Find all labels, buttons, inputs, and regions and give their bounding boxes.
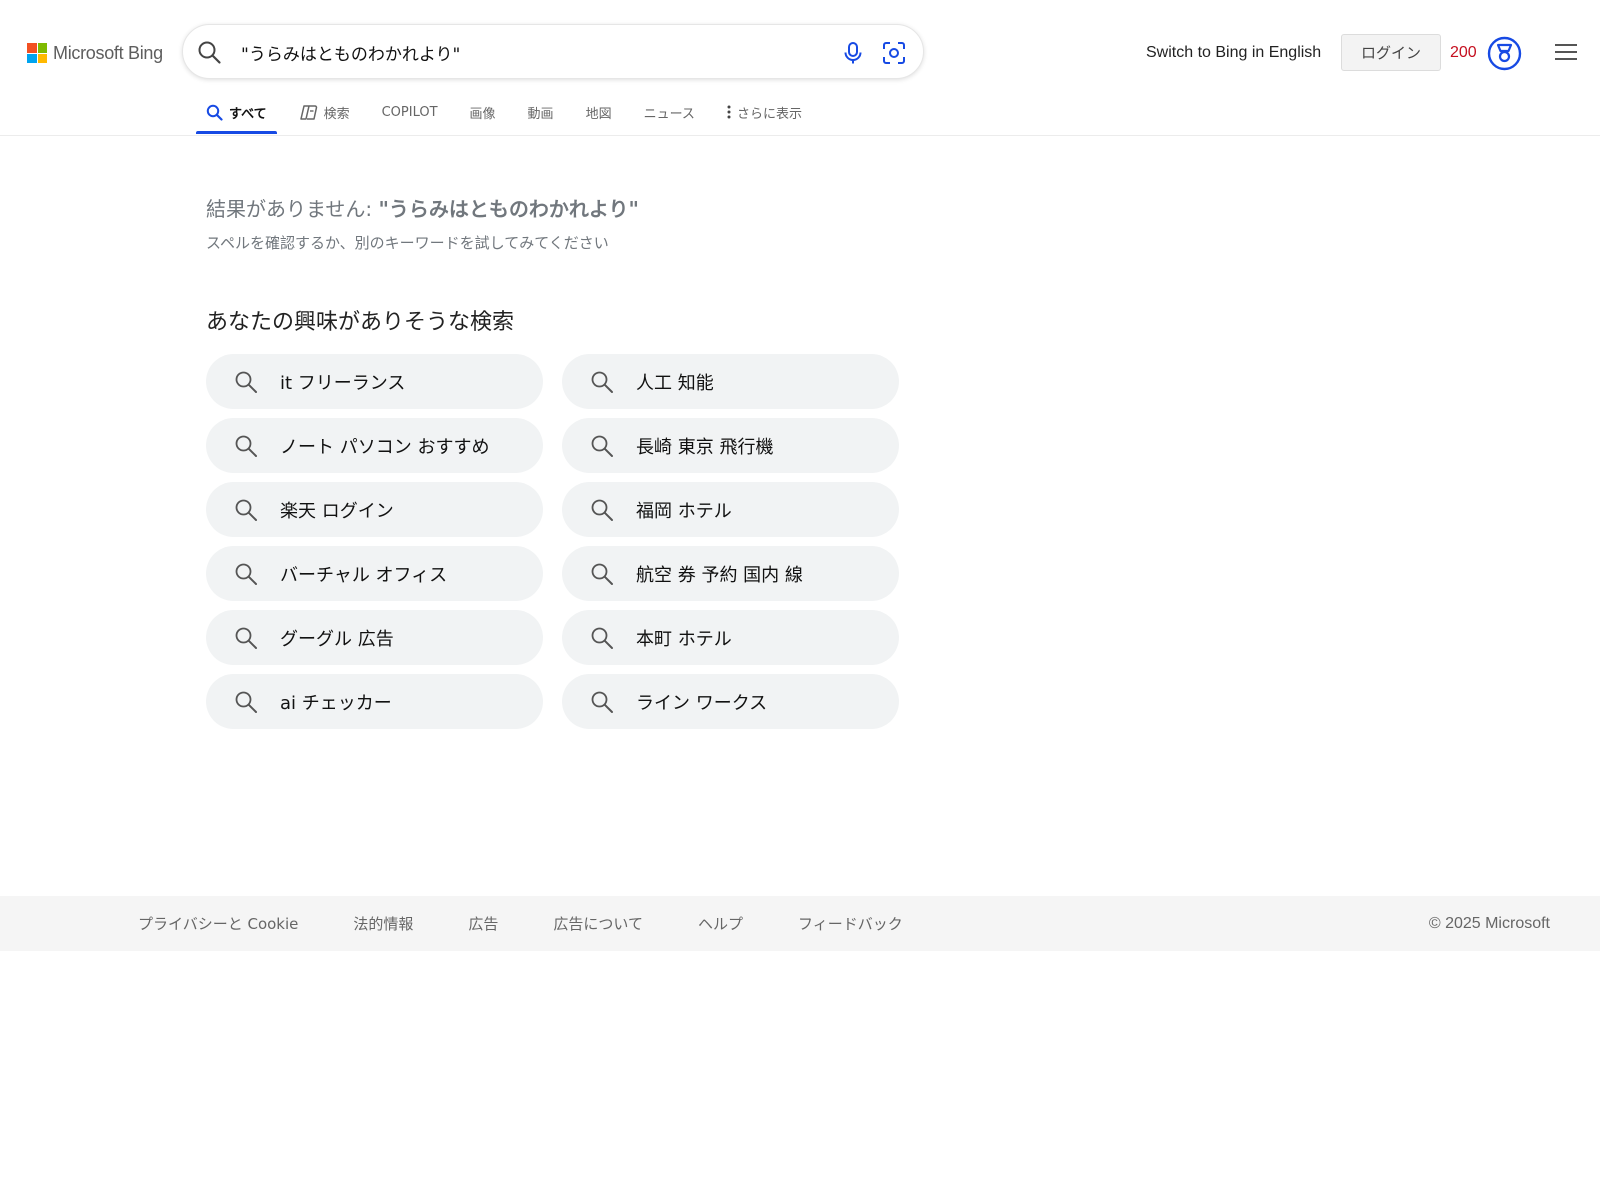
search-icon — [590, 370, 614, 394]
related-search-label: 本町 ホテル — [636, 628, 732, 650]
related-searches-heading: あなたの興味がありそうな検索 — [206, 310, 515, 335]
rewards-points[interactable]: 200 — [1450, 44, 1477, 62]
switch-language-link[interactable]: Switch to Bing in English — [1146, 44, 1321, 62]
footer-links: プライバシーと Cookie 法的情報 広告 広告について ヘルプ フィードバッ… — [138, 896, 958, 951]
more-vertical-icon — [727, 105, 731, 119]
search-icon — [234, 498, 258, 522]
search-icon — [234, 434, 258, 458]
related-search-item[interactable]: 長崎 東京 飛行機 — [562, 418, 899, 473]
related-search-item[interactable]: 人工 知能 — [562, 354, 899, 409]
tab-label: ニュース — [643, 106, 695, 122]
logo-text: Microsoft Bing — [53, 42, 163, 63]
related-search-item[interactable]: バーチャル オフィス — [206, 546, 543, 601]
related-search-item[interactable]: 楽天 ログイン — [206, 482, 543, 537]
related-search-label: 福岡 ホテル — [636, 500, 732, 522]
search-icon — [590, 690, 614, 714]
bing-logo[interactable]: Microsoft Bing — [27, 42, 163, 64]
copyright: © 2025 Microsoft — [1428, 914, 1550, 932]
visual-search-icon[interactable] — [880, 39, 908, 67]
search-icon — [234, 370, 258, 394]
footer-link-legal[interactable]: 法的情報 — [353, 913, 413, 934]
search-box — [182, 24, 924, 79]
related-search-label: 人工 知能 — [636, 372, 714, 394]
tab-more[interactable]: さらに表示 — [717, 94, 812, 130]
hamburger-menu-icon[interactable] — [1554, 42, 1578, 62]
related-search-label: ライン ワークス — [636, 692, 768, 714]
login-button[interactable]: ログイン — [1341, 34, 1441, 71]
tab-label: 動画 — [527, 106, 554, 122]
tab-label: 検索 — [323, 106, 350, 122]
tab-label: COPILOT — [381, 104, 438, 120]
rewards-medal-icon[interactable] — [1487, 36, 1522, 71]
related-search-item[interactable]: 福岡 ホテル — [562, 482, 899, 537]
tab-news[interactable]: ニュース — [634, 94, 705, 130]
tab-all[interactable]: すべて — [196, 94, 277, 134]
search-icon — [590, 626, 614, 650]
no-results-prefix: 結果がありません: — [206, 197, 379, 221]
no-results-query: "うらみはとものわかれより" — [378, 197, 639, 221]
related-searches-grid: it フリーランス 人工 知能ノート パソコン おすすめ 長崎 東京 飛行機楽天 ロ… — [206, 354, 899, 729]
search-icon — [234, 626, 258, 650]
copilot-search-icon — [299, 104, 318, 121]
no-results-hint: スペルを確認するか、別のキーワードを試してみてください — [206, 234, 609, 252]
related-search-item[interactable]: グーグル 広告 — [206, 610, 543, 665]
microsoft-logo-icon — [27, 43, 47, 63]
related-search-label: グーグル 広告 — [280, 628, 394, 650]
footer-link-help[interactable]: ヘルプ — [698, 913, 743, 934]
scope-tabs: すべて 検索 COPILOT 画像 動画 地図 ニュース さらに表示 — [196, 94, 824, 136]
tab-label: 地図 — [585, 106, 612, 122]
search-icon — [234, 690, 258, 714]
related-search-item[interactable]: ライン ワークス — [562, 674, 899, 729]
related-search-item[interactable]: 航空 券 予約 国内 線 — [562, 546, 899, 601]
related-search-item[interactable]: ノート パソコン おすすめ — [206, 418, 543, 473]
microphone-icon[interactable] — [839, 39, 867, 67]
tab-images[interactable]: 画像 — [460, 94, 506, 130]
related-search-item[interactable]: it フリーランス — [206, 354, 543, 409]
related-search-label: ノート パソコン おすすめ — [280, 436, 490, 458]
no-results-heading: 結果がありません: "うらみはとものわかれより" — [206, 193, 639, 222]
related-search-label: ai チェッカー — [280, 692, 392, 714]
search-icon — [206, 104, 223, 121]
related-search-item[interactable]: 本町 ホテル — [562, 610, 899, 665]
related-search-item[interactable]: ai チェッカー — [206, 674, 543, 729]
search-icon — [590, 562, 614, 586]
header: Microsoft Bing Switc — [0, 0, 1600, 136]
footer: プライバシーと Cookie 法的情報 広告 広告について ヘルプ フィードバッ… — [0, 896, 1600, 951]
tab-copilot[interactable]: COPILOT — [372, 94, 448, 130]
related-search-label: バーチャル オフィス — [280, 564, 448, 586]
tab-copilot-search[interactable]: 検索 — [289, 94, 360, 130]
footer-link-ads[interactable]: 広告 — [468, 913, 498, 934]
search-icon — [590, 498, 614, 522]
search-input[interactable] — [241, 35, 801, 69]
related-search-label: 長崎 東京 飛行機 — [636, 436, 774, 458]
related-search-label: 楽天 ログイン — [280, 500, 394, 522]
related-search-label: it フリーランス — [280, 372, 406, 394]
search-icon[interactable] — [197, 40, 222, 65]
footer-link-privacy[interactable]: プライバシーと Cookie — [138, 913, 298, 934]
footer-link-about-ads[interactable]: 広告について — [553, 913, 643, 934]
tab-videos[interactable]: 動画 — [518, 94, 564, 130]
search-icon — [234, 562, 258, 586]
footer-link-feedback[interactable]: フィードバック — [798, 913, 903, 934]
related-search-label: 航空 券 予約 国内 線 — [636, 564, 803, 586]
tab-maps[interactable]: 地図 — [576, 94, 622, 130]
tab-label: すべて — [229, 106, 267, 122]
tab-label: さらに表示 — [736, 106, 802, 122]
search-icon — [590, 434, 614, 458]
tab-label: 画像 — [469, 106, 496, 122]
